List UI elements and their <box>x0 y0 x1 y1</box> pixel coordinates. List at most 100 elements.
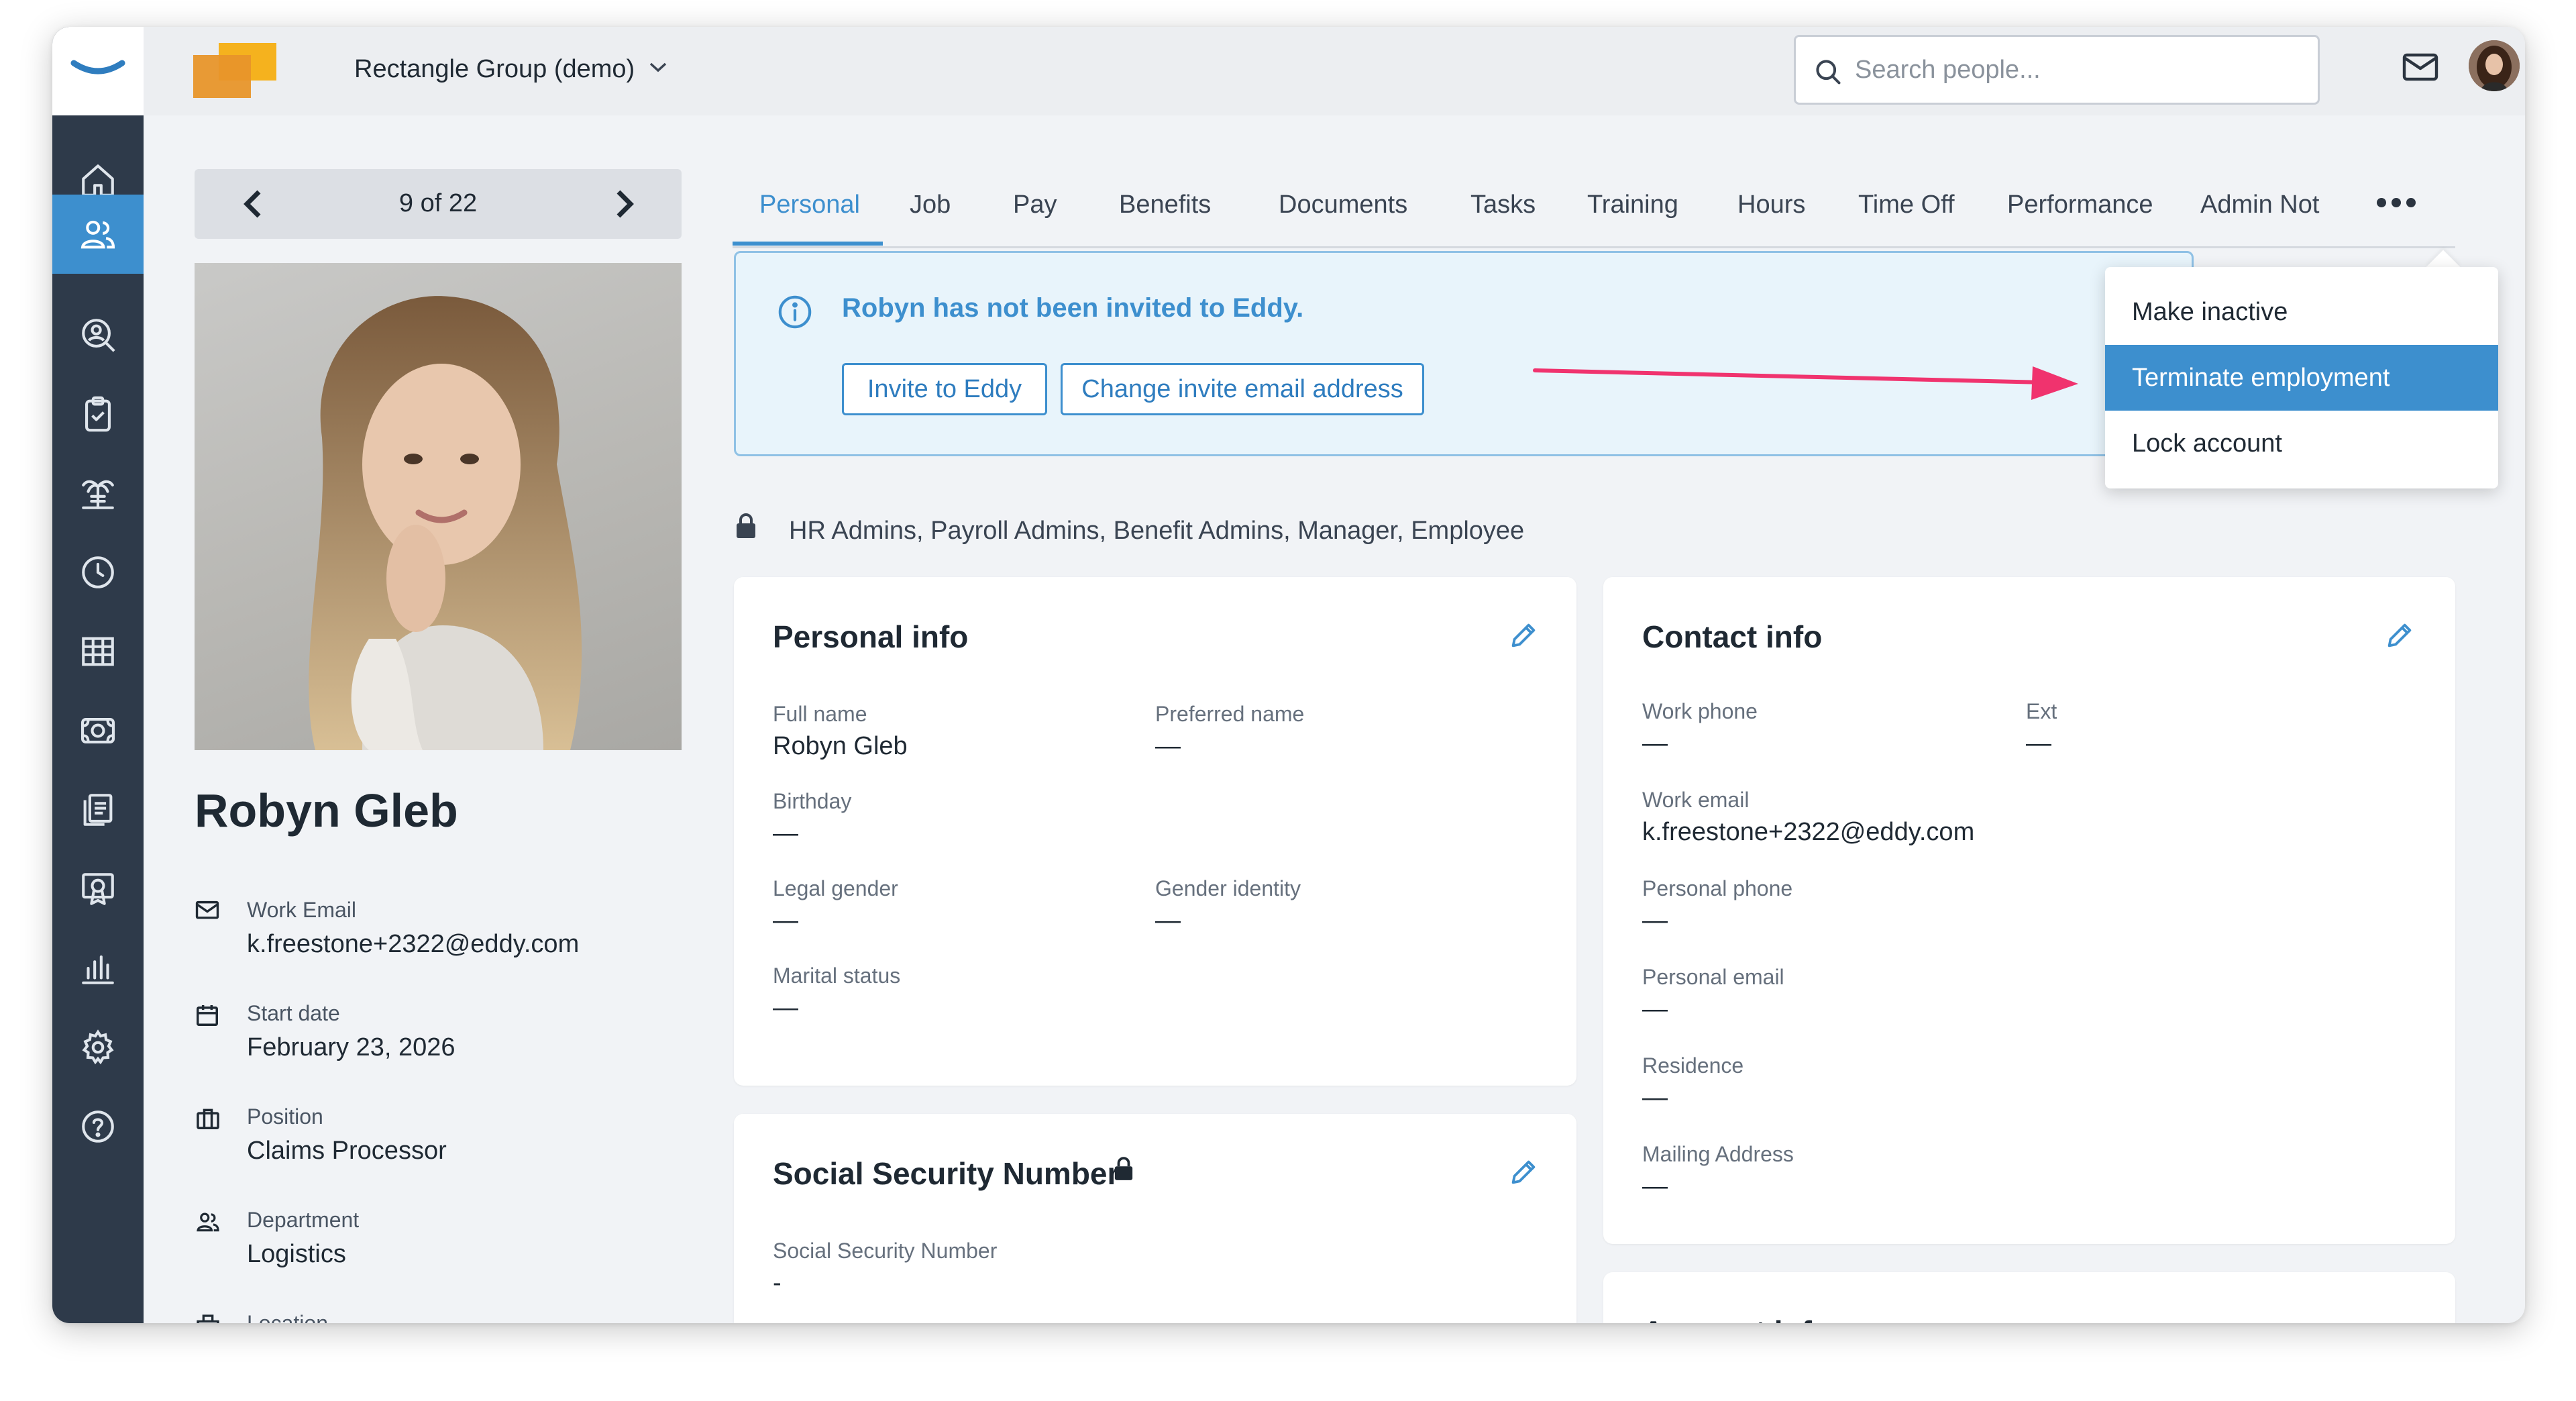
sidebar-item-training[interactable] <box>52 849 144 929</box>
detail-value: Claims Processor <box>247 1137 447 1165</box>
field-value: — <box>1642 906 1668 935</box>
field-label: Personal phone <box>1642 876 1793 900</box>
invite-button[interactable]: Invite to Eddy <box>842 363 1047 415</box>
menu-item-make-inactive[interactable]: Make inactive <box>2105 279 2498 345</box>
annotation-arrow <box>1533 366 2078 400</box>
sidebar <box>52 27 144 1323</box>
field-value: — <box>2026 729 2051 758</box>
field-label: Work phone <box>1642 699 1758 723</box>
field-label: Gender identity <box>1155 876 1301 900</box>
tab-admin-notes[interactable]: Admin Not <box>2200 191 2319 219</box>
people-icon <box>197 1212 219 1232</box>
field-label: Preferred name <box>1155 702 1305 726</box>
field-personal-phone: Personal phone — <box>1642 876 1792 935</box>
tab-performance[interactable]: Performance <box>2007 191 2153 219</box>
sidebar-item-tasks[interactable] <box>52 374 144 454</box>
tab-job[interactable]: Job <box>910 191 951 219</box>
sidebar-item-hours[interactable] <box>52 533 144 612</box>
tab-documents[interactable]: Documents <box>1279 191 1407 219</box>
detail-label: Department <box>247 1208 360 1232</box>
sidebar-item-reports-table[interactable] <box>52 612 144 691</box>
active-tab-indicator <box>733 242 883 246</box>
ssn-card: Social Security Number Social Security N… <box>734 1114 1576 1323</box>
card-title: Account info <box>1642 1314 1831 1323</box>
sidebar-item-analytics[interactable] <box>52 929 144 1008</box>
sidebar-item-documents[interactable] <box>52 770 144 849</box>
bar-chart-icon <box>82 955 114 984</box>
field-value: — <box>1642 995 1668 1023</box>
menu-item-terminate-employment[interactable]: Terminate employment <box>2105 345 2498 411</box>
field-label: Personal email <box>1642 965 1784 989</box>
edit-pencil-icon[interactable] <box>1508 1157 1539 1188</box>
sidebar-item-payroll[interactable] <box>52 691 144 770</box>
field-value: — <box>1642 729 1668 758</box>
chevron-right-icon[interactable] <box>613 188 636 220</box>
field-label: Birthday <box>773 789 852 813</box>
app-window: Rectangle Group (demo) 9 of 22 <box>52 27 2525 1323</box>
field-value: — <box>773 819 798 847</box>
detail-label: Location <box>247 1311 328 1323</box>
contact-info-card: Contact info Work phone — Ext — Work ema… <box>1603 577 2455 1244</box>
mail-icon <box>195 900 219 919</box>
sidebar-item-help[interactable] <box>52 1087 144 1166</box>
building-icon <box>197 1314 219 1323</box>
tab-tasks[interactable]: Tasks <box>1470 191 1536 219</box>
field-label: Legal gender <box>773 876 898 900</box>
field-value: k.freestone+2322@eddy.com <box>1642 818 1975 846</box>
detail-value: k.freestone+2322@eddy.com <box>247 930 580 958</box>
employee-pager: 9 of 22 <box>195 169 682 239</box>
field-value: Robyn Gleb <box>773 732 908 760</box>
banner-title: Robyn has not been invited to Eddy. <box>842 293 1304 323</box>
field-ssn: Social Security Number - <box>773 1239 997 1298</box>
tab-pay[interactable]: Pay <box>1013 191 1057 219</box>
sidebar-item-people[interactable] <box>52 195 144 274</box>
field-gender-identity: Gender identity — <box>1155 876 1301 935</box>
field-label: Ext <box>2026 699 2057 723</box>
avatar[interactable] <box>2469 40 2520 91</box>
search-input[interactable] <box>1855 50 2298 89</box>
sidebar-item-time-off[interactable] <box>52 454 144 533</box>
chevron-down-icon[interactable] <box>648 60 668 74</box>
lock-icon <box>737 513 755 538</box>
table-icon <box>82 637 114 666</box>
field-personal-email: Personal email — <box>1642 965 1784 1024</box>
tab-personal[interactable]: Personal <box>759 191 860 219</box>
more-options-icon[interactable] <box>2375 196 2418 209</box>
field-label: Full name <box>773 702 867 726</box>
info-icon <box>778 295 812 329</box>
change-invite-email-button[interactable]: Change invite email address <box>1061 363 1424 415</box>
sidebar-item-settings[interactable] <box>52 1008 144 1087</box>
tab-benefits[interactable]: Benefits <box>1119 191 1211 219</box>
detail-label: Start date <box>247 1001 340 1025</box>
pager-count: 9 of 22 <box>398 189 478 217</box>
person-search-icon <box>82 319 115 352</box>
card-title: Personal info <box>773 619 969 654</box>
sidebar-item-recruiting[interactable] <box>52 295 144 374</box>
gear-icon <box>82 1029 114 1065</box>
clipboard-check-icon <box>85 396 111 432</box>
card-title: Social Security Number <box>773 1156 1120 1191</box>
field-label: Residence <box>1642 1053 1744 1078</box>
profile-photo[interactable] <box>195 263 682 750</box>
edit-pencil-icon[interactable] <box>2384 620 2415 651</box>
field-mailing-address: Mailing Address — <box>1642 1142 1794 1201</box>
tab-time-off[interactable]: Time Off <box>1858 191 1955 219</box>
tab-hours[interactable]: Hours <box>1737 191 1805 219</box>
field-value: — <box>773 906 798 935</box>
mail-icon[interactable] <box>2402 52 2439 82</box>
field-value: - <box>773 1269 782 1297</box>
company-switcher[interactable]: Rectangle Group (demo) <box>354 55 635 84</box>
edit-pencil-icon[interactable] <box>1508 620 1539 651</box>
detail-value: February 23, 2026 <box>247 1033 455 1061</box>
field-birthday: Birthday — <box>773 789 851 848</box>
field-value: — <box>1642 1084 1668 1112</box>
lock-icon <box>1114 1157 1133 1180</box>
menu-item-lock-account[interactable]: Lock account <box>2105 411 2498 476</box>
field-value: — <box>1155 732 1181 760</box>
field-value: — <box>1155 906 1181 935</box>
company-logo[interactable] <box>193 43 276 98</box>
tab-training[interactable]: Training <box>1587 191 1678 219</box>
app-logo[interactable] <box>52 27 144 115</box>
search-box <box>1794 35 2320 105</box>
field-ext: Ext — <box>2026 699 2057 758</box>
